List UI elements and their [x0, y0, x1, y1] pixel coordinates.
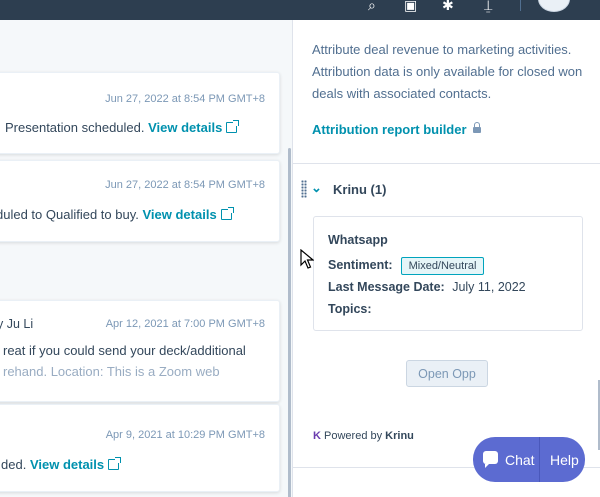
timeline-text: duled to Qualified to buy. View details: [0, 207, 234, 222]
mouse-cursor-icon: [300, 249, 314, 269]
powered-by-brand: Krinu: [385, 430, 414, 442]
chat-button-label[interactable]: Chat: [505, 452, 535, 468]
last-message-label: Last Message Date:: [328, 280, 445, 294]
settings-icon[interactable]: ✱: [442, 0, 454, 12]
timeline-scrollbar[interactable]: [288, 148, 291, 497]
right-sidebar: Attribute deal revenue to marketing acti…: [292, 20, 600, 497]
timeline-author: y Ju Li: [0, 317, 34, 331]
chat-widget-divider: [539, 437, 540, 482]
attribution-report-link[interactable]: Attribution report builder: [312, 122, 481, 137]
search-icon[interactable]: ⌕: [368, 0, 376, 12]
timeline-date: Apr 9, 2021 at 10:29 PM GMT+8: [105, 429, 265, 441]
section-divider: [293, 163, 600, 164]
top-navigation-bar: ⌕ ▣ ✱ ⍊: [0, 0, 600, 20]
view-details-link[interactable]: View details: [142, 207, 234, 222]
timeline-body-fade: rehand. Location: This is a Zoom web: [3, 364, 220, 379]
sentiment-label: Sentiment:: [328, 258, 393, 272]
timeline-body: Presentation scheduled.: [5, 120, 145, 135]
avatar[interactable]: [538, 0, 570, 12]
krinu-section-title: Krinu (1): [333, 182, 387, 197]
powered-by-krinu: K Powered by Krinu: [313, 430, 414, 442]
chat-widget[interactable]: Chat Help: [473, 437, 585, 482]
timeline-body: reat if you could send your deck/additio…: [3, 343, 246, 358]
whatsapp-card: Whatsapp Sentiment: Mixed/Neutral Last Me…: [313, 216, 583, 331]
topics-label: Topics:: [328, 302, 372, 316]
notifications-icon[interactable]: ⍊: [484, 0, 492, 12]
timeline-card: Apr 9, 2021 at 10:29 PM GMT+8 ded. View …: [0, 404, 280, 492]
view-details-label: View details: [148, 120, 223, 135]
timeline-body: duled to Qualified to buy.: [0, 207, 139, 222]
last-message-row: Last Message Date: July 11, 2022: [328, 280, 526, 294]
help-button-label[interactable]: Help: [550, 452, 579, 468]
timeline-card: Jun 27, 2022 at 8:54 PM GMT+8 duled to Q…: [0, 160, 280, 242]
external-link-icon: [220, 207, 234, 220]
chevron-down-icon[interactable]: ⌄: [311, 180, 322, 196]
calendar-icon[interactable]: ▣: [404, 0, 417, 12]
lock-icon: [472, 122, 481, 133]
timeline-card: Jun 27, 2022 at 8:54 PM GMT+8 Presentati…: [0, 72, 280, 154]
timeline-date: Jun 27, 2022 at 8:54 PM GMT+8: [105, 93, 265, 105]
timeline-date: Jun 27, 2022 at 8:54 PM GMT+8: [105, 179, 265, 191]
timeline-card: y Ju Li Apr 12, 2021 at 7:00 PM GMT+8 re…: [0, 300, 280, 402]
view-details-label: View details: [29, 457, 105, 472]
timeline-text: ded. View details: [1, 457, 122, 472]
drag-handle-icon[interactable]: [301, 180, 307, 198]
topbar-divider: [520, 0, 521, 11]
chat-bubble-icon: [483, 451, 498, 468]
last-message-value: July 11, 2022: [452, 280, 526, 294]
krinu-logo-icon: K: [313, 430, 321, 442]
external-link-icon: [226, 120, 240, 133]
timeline-date: Apr 12, 2021 at 7:00 PM GMT+8: [105, 318, 265, 330]
external-link-icon: [108, 457, 122, 470]
sentiment-badge: Mixed/Neutral: [400, 257, 485, 275]
topics-row: Topics:: [328, 302, 372, 316]
krinu-section-header[interactable]: ⌄ Krinu (1): [299, 178, 499, 200]
open-opp-button[interactable]: Open Opp: [406, 360, 488, 387]
view-details-label: View details: [142, 207, 217, 222]
sentiment-row: Sentiment: Mixed/Neutral: [328, 257, 485, 275]
attribution-description: Attribute deal revenue to marketing acti…: [312, 42, 583, 101]
attribution-report-label: Attribution report builder: [312, 122, 467, 137]
view-details-link[interactable]: View details: [148, 120, 240, 135]
timeline-body: ded.: [1, 457, 27, 472]
view-details-link[interactable]: View details: [29, 457, 122, 472]
activity-timeline[interactable]: Jun 27, 2022 at 8:54 PM GMT+8 Presentati…: [0, 20, 292, 497]
timeline-text: Presentation scheduled. View details: [5, 120, 240, 135]
whatsapp-title: Whatsapp: [328, 233, 388, 247]
powered-by-label: Powered by: [324, 430, 383, 442]
